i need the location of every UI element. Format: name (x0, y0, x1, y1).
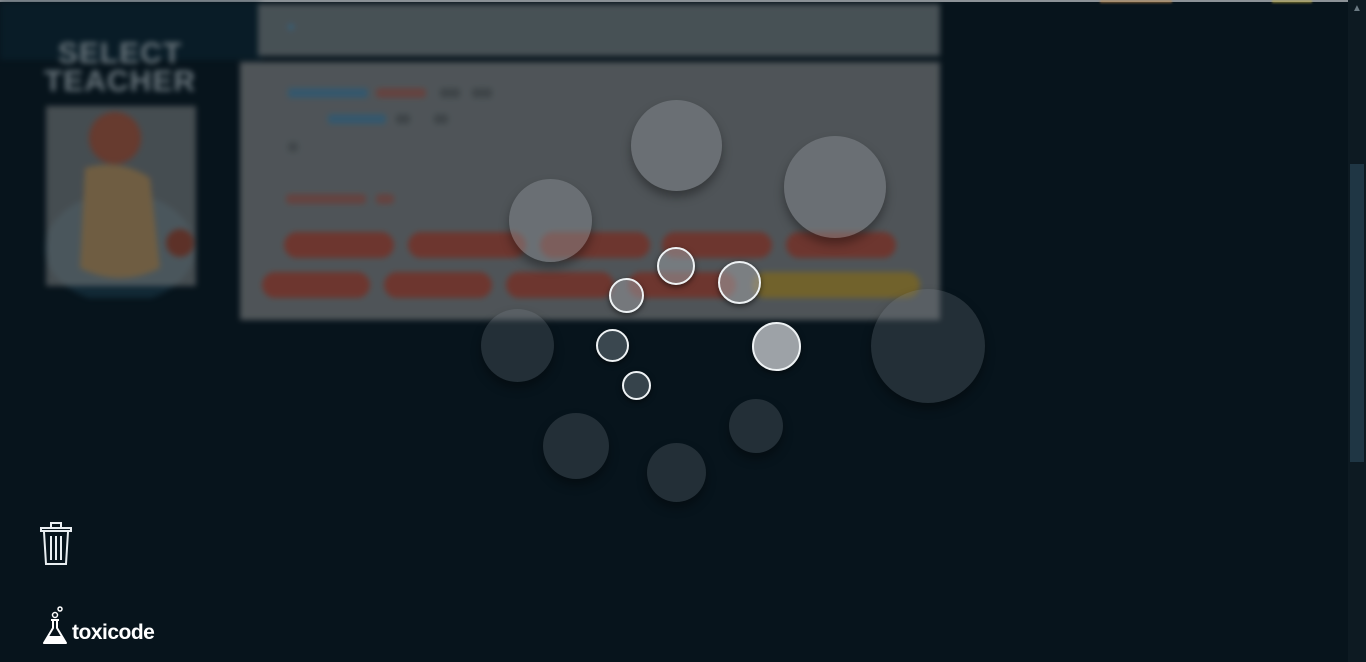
spinner-ring (609, 278, 644, 313)
run-pill (752, 272, 920, 298)
code-token (286, 194, 366, 204)
spinner-blur-circle (509, 179, 592, 262)
code-token (288, 142, 298, 152)
command-pill (262, 272, 370, 298)
code-token (396, 114, 410, 124)
code-token (328, 114, 386, 124)
spinner-blur-circle (729, 399, 783, 453)
character-illustration (45, 106, 196, 298)
command-pill (506, 272, 614, 298)
brand-logo[interactable]: toxicode (40, 602, 155, 646)
spinner-blur-circle (631, 100, 722, 191)
code-token (288, 88, 368, 98)
blurred-banner-fragment (1272, 0, 1312, 3)
code-token (376, 194, 394, 204)
spinner-blur-circle (871, 289, 985, 403)
spinner-ring (718, 261, 761, 304)
blurred-banner-fragment (1100, 0, 1172, 3)
spinner-blur-circle (647, 443, 706, 502)
spinner-ring (752, 322, 801, 371)
logo-title: SELECT TEACHER (43, 37, 196, 98)
spinner-blur-circle (543, 413, 609, 479)
command-pill (408, 232, 526, 258)
spinner-blur-circle (481, 309, 554, 382)
command-pill (284, 232, 394, 258)
tab-bar (258, 4, 940, 56)
trash-icon[interactable] (40, 522, 74, 566)
scroll-thumb[interactable] (1350, 164, 1364, 462)
code-token (472, 88, 492, 98)
vertical-scrollbar[interactable]: ▲ (1348, 0, 1366, 662)
scroll-up-icon[interactable]: ▲ (1348, 0, 1366, 18)
brand-name: toxicode (72, 621, 155, 644)
spinner-ring (596, 329, 629, 362)
code-token (434, 114, 448, 124)
spinner-ring (622, 371, 651, 400)
tab-indicator (288, 24, 294, 30)
command-pill (384, 272, 492, 298)
code-token (440, 88, 460, 98)
code-token (376, 88, 426, 98)
spinner-blur-circle (784, 136, 886, 238)
spinner-ring (657, 247, 695, 285)
flask-icon (43, 606, 67, 644)
